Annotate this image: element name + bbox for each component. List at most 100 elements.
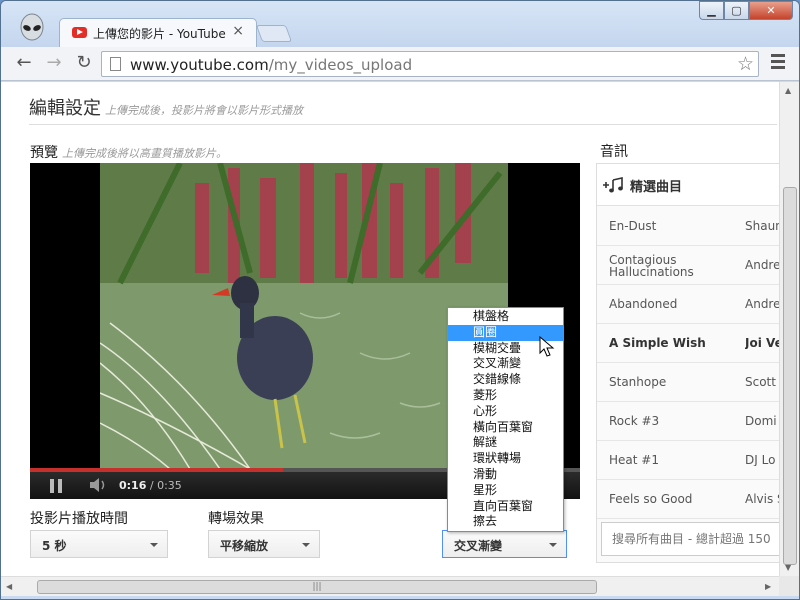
- scroll-down-arrow-icon[interactable]: ▼: [785, 563, 791, 572]
- track-row[interactable]: Stanhope Scott: [597, 363, 779, 402]
- tab-title: 上傳您的影片 - YouTube: [93, 27, 226, 41]
- window-controls: ▁ ▢ ✕: [699, 1, 793, 21]
- track-title: En-Dust: [609, 219, 657, 233]
- audio-panel: 精選曲目 En-Dust Shaun Contagious Hallucinatio…: [596, 163, 779, 563]
- dropdown-option[interactable]: 直向百葉窗: [448, 499, 563, 515]
- track-title: Contagious Hallucinations: [609, 253, 694, 279]
- track-artist: Joi Ve: [745, 337, 779, 349]
- vertical-scroll-thumb[interactable]: [783, 187, 797, 565]
- close-button[interactable]: ✕: [749, 1, 793, 20]
- track-title: A Simple Wish: [609, 336, 706, 350]
- transition-value: 平移縮放: [220, 539, 269, 553]
- track-row[interactable]: Feels so Good Alvis S: [597, 480, 779, 519]
- new-tab-button[interactable]: [255, 25, 293, 42]
- page-viewport: 編輯設定 上傳完成後，投影片將會以影片形式播放 預覽 上傳完成後將以高畫質播放影片。: [1, 82, 779, 576]
- scrollbar-corner: [779, 576, 799, 596]
- dropdown-option[interactable]: 解謎: [448, 435, 563, 451]
- track-artist: Shaun: [745, 220, 779, 232]
- track-row[interactable]: Contagious Hallucinations Andrew Foust: [597, 246, 779, 285]
- preview-hint: 上傳完成後將以高畫質播放影片。: [62, 147, 227, 160]
- track-artist: Andrew Foust: [745, 298, 779, 310]
- track-artist: Andrew Foust: [745, 259, 779, 271]
- track-title: Abandoned: [609, 297, 678, 311]
- volume-icon[interactable]: [89, 477, 109, 493]
- featured-tracks-label: 精選曲目: [630, 180, 683, 195]
- title-divider: [29, 124, 777, 125]
- dropdown-option[interactable]: 交錯線條: [448, 372, 563, 388]
- track-title: Heat #1: [609, 453, 659, 467]
- browser-toolbar: ← → ↻ www.youtube.com/my_videos_upload ☆: [1, 47, 799, 81]
- preview-label-text: 預覽: [30, 145, 58, 161]
- page-title: 編輯設定 上傳完成後，投影片將會以影片形式播放: [29, 94, 303, 120]
- page-title-hint: 上傳完成後，投影片將會以影片形式播放: [105, 104, 303, 117]
- duration: 0:35: [157, 479, 182, 492]
- vertical-scrollbar[interactable]: ▲ ▼: [779, 82, 799, 576]
- dropdown-option[interactable]: 滑動: [448, 467, 563, 483]
- featured-tracks-header[interactable]: 精選曲目: [597, 164, 779, 206]
- title-bar: 上傳您的影片 - YouTube × ▁ ▢ ✕: [1, 1, 799, 47]
- current-time: 0:16: [119, 479, 147, 492]
- preview-label: 預覽 上傳完成後將以高畫質播放影片。: [30, 142, 227, 162]
- tab-close-icon[interactable]: ×: [232, 23, 244, 39]
- browser-window: 上傳您的影片 - YouTube × ▁ ▢ ✕ ← → ↻ www.youtu…: [0, 0, 800, 600]
- menu-hamburger-icon[interactable]: [771, 54, 785, 72]
- url-host: www.youtube.com: [130, 56, 269, 74]
- horizontal-scrollbar[interactable]: ◀ ||| ▶: [1, 576, 779, 596]
- track-title: Rock #3: [609, 414, 660, 428]
- add-music-note-icon: [603, 177, 623, 193]
- track-artist: Domi: [745, 415, 777, 427]
- tab-youtube-upload[interactable]: 上傳您的影片 - YouTube ×: [59, 18, 257, 47]
- mouse-cursor-icon: [539, 336, 555, 357]
- address-bar[interactable]: www.youtube.com/my_videos_upload ☆: [101, 51, 759, 77]
- page-icon: [110, 57, 121, 71]
- audio-search-box[interactable]: [601, 522, 779, 556]
- scroll-up-arrow-icon[interactable]: ▲: [785, 86, 791, 95]
- dropdown-option[interactable]: 環狀轉場: [448, 451, 563, 467]
- horizontal-scroll-thumb[interactable]: |||: [37, 580, 597, 594]
- page-title-text: 編輯設定: [29, 98, 101, 119]
- chevron-down-icon: [150, 543, 158, 547]
- video-time: 0:16 / 0:35: [119, 479, 182, 492]
- dropdown-option[interactable]: 橫向百葉窗: [448, 420, 563, 436]
- back-arrow-icon[interactable]: ←: [13, 52, 35, 74]
- bookmark-star-icon[interactable]: ☆: [737, 53, 754, 75]
- slide-duration-select[interactable]: 5 秒: [30, 530, 168, 558]
- track-row[interactable]: Heat #1 DJ Lo: [597, 441, 779, 480]
- time-separator: /: [146, 479, 158, 492]
- track-title: Feels so Good: [609, 492, 693, 506]
- transition-effect-value: 交叉漸變: [454, 539, 503, 553]
- chevron-down-icon: [302, 543, 310, 547]
- url-text[interactable]: www.youtube.com/my_videos_upload: [130, 56, 412, 74]
- audio-title: 音訊: [600, 144, 628, 160]
- pause-icon[interactable]: [50, 479, 64, 493]
- scroll-left-arrow-icon[interactable]: ◀: [6, 582, 12, 591]
- url-path: /my_videos_upload: [268, 56, 413, 74]
- slide-duration-value: 5 秒: [42, 539, 67, 553]
- dropdown-option[interactable]: 菱形: [448, 388, 563, 404]
- slide-duration-label: 投影片播放時間: [30, 511, 128, 527]
- track-row[interactable]: Rock #3 Domi: [597, 402, 779, 441]
- track-row[interactable]: A Simple Wish Joi Ve: [597, 324, 779, 363]
- track-title: Stanhope: [609, 375, 667, 389]
- dropdown-option[interactable]: 交叉漸變: [448, 356, 563, 372]
- track-row[interactable]: En-Dust Shaun: [597, 207, 779, 246]
- transition-select[interactable]: 平移縮放: [208, 530, 320, 558]
- maximize-button[interactable]: ▢: [724, 1, 749, 20]
- scroll-right-arrow-icon[interactable]: ▶: [765, 582, 771, 591]
- alien-logo-icon: [20, 13, 44, 41]
- forward-arrow-icon[interactable]: →: [43, 52, 65, 74]
- transition-effect-select[interactable]: 交叉漸變: [442, 530, 567, 558]
- reload-icon[interactable]: ↻: [73, 52, 95, 74]
- dropdown-option[interactable]: 星形: [448, 483, 563, 499]
- dropdown-option[interactable]: 棋盤格: [448, 309, 563, 325]
- minimize-button[interactable]: ▁: [699, 1, 724, 20]
- dropdown-option[interactable]: 心形: [448, 404, 563, 420]
- track-artist: Alvis S: [745, 493, 779, 505]
- chevron-down-icon: [549, 543, 557, 547]
- audio-search-input[interactable]: [602, 523, 779, 555]
- track-row[interactable]: Abandoned Andrew Foust: [597, 285, 779, 324]
- track-artist: Scott: [745, 376, 776, 388]
- dropdown-option[interactable]: 擦去: [448, 514, 563, 530]
- transition-label: 轉場效果: [208, 511, 264, 527]
- youtube-favicon-icon: [72, 27, 87, 38]
